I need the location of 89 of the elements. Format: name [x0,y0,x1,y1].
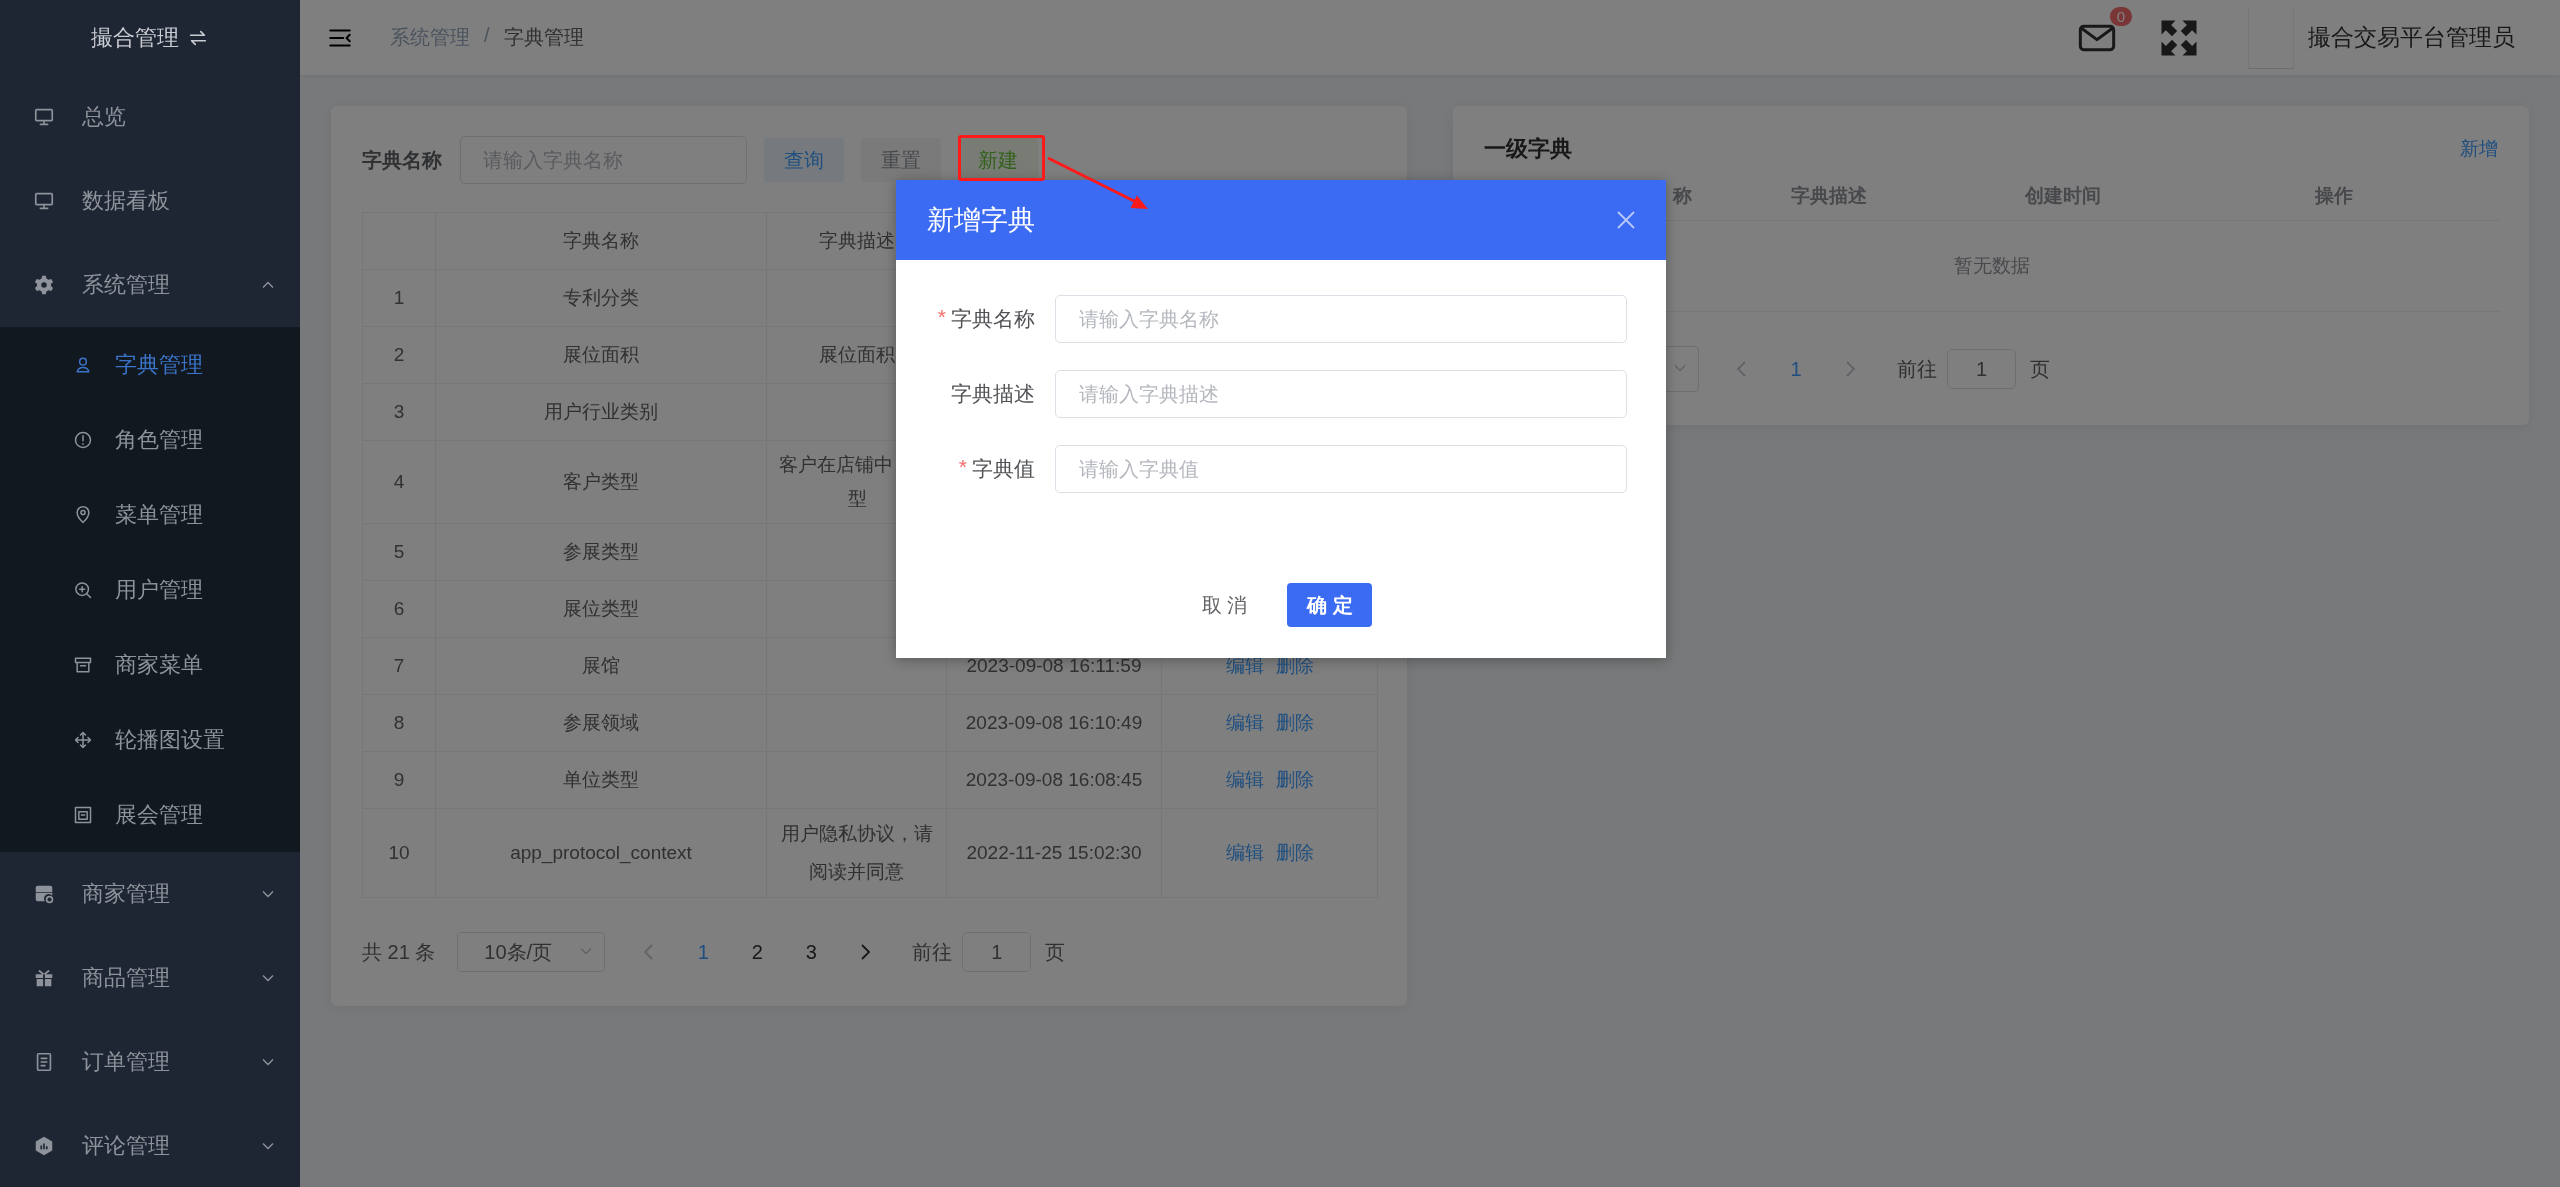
card-title: 一级字典 [1484,135,1572,163]
table-cell: 6 [363,581,436,638]
input-field[interactable]: 请输入字典值 [1055,445,1627,493]
input-field[interactable]: 请输入字典描述 [1055,370,1627,418]
table-cell: app_protocol_context [436,809,767,898]
table-header: 字典名称 [436,213,767,270]
sidebar-item[interactable]: 订单管理 [0,1020,300,1104]
table-cell: 8 [363,695,436,752]
page-size-select[interactable]: 10条/页 [457,932,606,972]
confirm-button[interactable]: 确 定 [1287,583,1373,627]
sidebar-item[interactable]: 商品管理 [0,936,300,1020]
table-cell: 4 [363,441,436,524]
table-cell: 用户行业类别 [436,384,767,441]
table-cell: 3 [363,384,436,441]
field-label: 字典名称 [951,306,1035,332]
sidebar-item[interactable]: 系统管理 [0,243,300,327]
edit-link[interactable]: 编辑 [1219,840,1270,866]
total-count: 共 21 条 [362,939,436,965]
table-cell: 参展类型 [436,524,767,581]
edit-link[interactable]: 编辑 [1219,653,1270,679]
sidebar-item[interactable]: 商家管理 [0,852,300,936]
table-cell: 展馆 [436,638,767,695]
sidebar-subitem[interactable]: 商家菜单 [0,627,300,702]
table-cell: 客户类型 [436,441,767,524]
table-cell: 7 [363,638,436,695]
sidebar-item[interactable]: 评论管理 [0,1104,300,1187]
cancel-button[interactable]: 取 消 [1189,583,1260,627]
delete-link[interactable]: 删除 [1269,767,1320,793]
delete-link[interactable]: 删除 [1269,840,1320,866]
monitor-icon [33,190,55,212]
table-cell: 参展领域 [436,695,767,752]
gift-icon [33,967,55,989]
sidebar-item[interactable]: 总览 [0,75,300,159]
monitor-icon [33,106,55,128]
breadcrumb-separator: / [484,24,490,48]
page-button[interactable]: 2 [730,932,785,972]
sidebar-item[interactable]: 数据看板 [0,159,300,243]
page-button[interactable]: 1 [1769,349,1823,389]
required-mark: * [937,305,946,330]
field-label: 字典值 [972,456,1035,482]
close-button[interactable] [1616,210,1636,230]
app-title: 撮合管理 [91,23,179,52]
gear-icon [33,274,55,296]
table-cell: 2 [363,327,436,384]
goto-label: 前往 [912,939,953,965]
page-input[interactable]: 1 [1947,349,2016,389]
frame-icon [73,804,93,825]
table-cell: 专利分类 [436,270,767,327]
page-suffix: 页 [2030,356,2050,382]
edit-link[interactable]: 编辑 [1219,767,1270,793]
page-suffix: 页 [1045,939,1066,965]
table-cell: 2022-11-25 15:02:30 [947,809,1162,898]
delete-link[interactable]: 删除 [1269,710,1320,736]
move-arrows-icon [73,729,93,750]
query-button[interactable]: 查询 [764,138,844,182]
sidebar-subitem[interactable]: 用户管理 [0,552,300,627]
required-mark: * [958,455,967,480]
table-cell: 单位类型 [436,752,767,809]
sidebar-subitem[interactable]: 字典管理 [0,327,300,402]
location-pin-icon [73,504,93,525]
search-label: 字典名称 [362,147,442,173]
notification-badge: 0 [2108,5,2133,27]
sidebar-subitem[interactable]: 轮播图设置 [0,702,300,777]
breadcrumb-item: 字典管理 [503,25,584,50]
table-cell: 2023-09-08 16:08:45 [947,752,1162,809]
table-cell: 展位面积 [436,327,767,384]
zoom-in-icon [73,579,93,600]
table-cell: 10 [363,809,436,898]
table-cell: 用户隐私协议，请阅读并同意 [767,809,947,898]
info-circle-icon [73,429,93,450]
sidebar-subitem[interactable]: 展会管理 [0,777,300,852]
hexagon-icon [33,1135,55,1157]
page-button[interactable]: 3 [784,932,839,972]
table-cell: 2023-09-08 16:10:49 [947,695,1162,752]
user-name[interactable]: 撮合交易平台管理员 [2308,22,2515,53]
field-label: 字典描述 [951,381,1035,407]
shop-icon [33,883,55,905]
table-cell: 5 [363,524,436,581]
sidebar-subitem[interactable]: 角色管理 [0,402,300,477]
page-button[interactable]: 1 [676,932,731,972]
table-cell: 展位类型 [436,581,767,638]
table-cell: 1 [363,270,436,327]
input-field[interactable]: 请输入字典名称 [1055,295,1627,343]
edit-link[interactable]: 编辑 [1219,710,1270,736]
goto-label: 前往 [1897,356,1937,382]
sidebar-subitem[interactable]: 菜单管理 [0,477,300,552]
table-cell: 9 [363,752,436,809]
page-input[interactable]: 1 [962,932,1032,972]
add-link[interactable]: 新增 [2460,136,2498,162]
